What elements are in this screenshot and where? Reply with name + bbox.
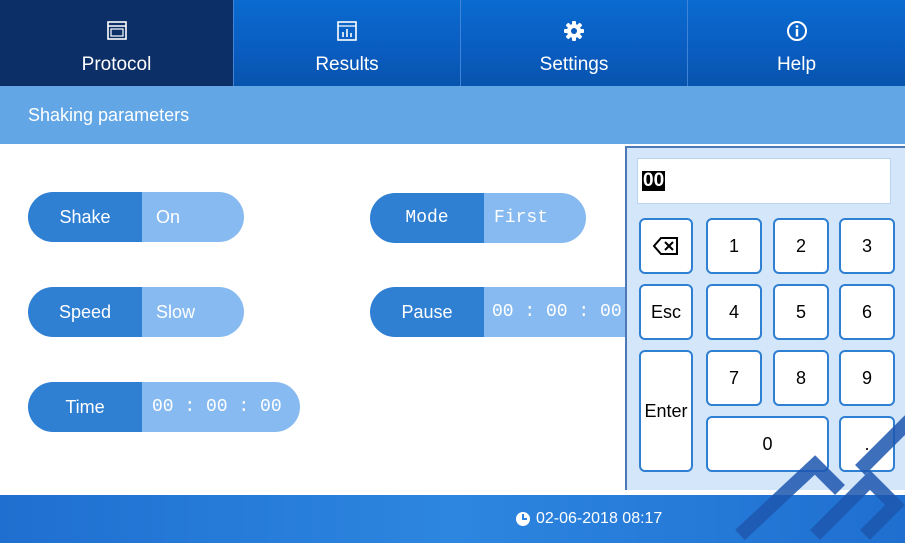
key-6[interactable]: 6: [839, 284, 895, 340]
speed-label: Speed: [28, 287, 142, 337]
keypad-display-value: 00: [642, 170, 666, 191]
top-nav: Protocol Results Settings Help: [0, 0, 905, 86]
datetime-label: 02-06-2018 08:17: [536, 510, 663, 527]
status-bar: 02-06-2018 08:17: [0, 495, 905, 543]
backspace-button[interactable]: [639, 218, 693, 274]
pause-value: 00 : 00 : 00: [492, 302, 622, 322]
time-label: Time: [28, 382, 142, 432]
section-header: Shaking parameters: [0, 86, 905, 144]
shake-label: Shake: [28, 192, 142, 242]
key-7[interactable]: 7: [706, 350, 762, 406]
mode-value: First: [494, 208, 549, 228]
speed-value: Slow: [156, 302, 196, 322]
tab-results[interactable]: Results: [234, 0, 460, 86]
info-icon: [786, 21, 807, 41]
numeric-keypad: 00 1 2 3 Esc 4 5 6 Enter 7 8 9 0 .: [625, 146, 905, 490]
tab-settings-label: Settings: [539, 54, 609, 75]
key-5[interactable]: 5: [773, 284, 829, 340]
tab-help-label: Help: [776, 54, 817, 75]
pause-label: Pause: [370, 287, 484, 337]
key-8[interactable]: 8: [773, 350, 829, 406]
speed-setting[interactable]: Speed Slow: [28, 287, 244, 337]
esc-button[interactable]: Esc: [639, 284, 693, 340]
tab-protocol[interactable]: Protocol: [0, 0, 233, 86]
key-9[interactable]: 9: [839, 350, 895, 406]
tab-protocol-label: Protocol: [81, 54, 152, 75]
key-4[interactable]: 4: [706, 284, 762, 340]
monitor-icon: [106, 21, 127, 40]
clock-icon: [516, 512, 530, 526]
gear-icon: [564, 21, 584, 41]
tab-results-label: Results: [315, 54, 379, 75]
time-value: 00 : 00 : 00: [152, 397, 282, 417]
mode-setting[interactable]: Mode First: [370, 193, 586, 243]
backspace-icon: [652, 237, 678, 255]
bar-chart-icon: [337, 21, 357, 41]
enter-button[interactable]: Enter: [639, 350, 693, 472]
tab-help[interactable]: Help: [688, 0, 905, 86]
key-3[interactable]: 3: [839, 218, 895, 274]
key-1[interactable]: 1: [706, 218, 762, 274]
mode-label: Mode: [370, 193, 484, 243]
time-setting[interactable]: Time 00 : 00 : 00: [28, 382, 300, 432]
key-decimal[interactable]: .: [839, 416, 895, 472]
shake-setting[interactable]: Shake On: [28, 192, 244, 242]
pause-setting[interactable]: Pause 00 : 00 : 00: [370, 287, 625, 337]
keypad-display[interactable]: 00: [637, 158, 891, 204]
section-title: Shaking parameters: [28, 105, 190, 125]
key-2[interactable]: 2: [773, 218, 829, 274]
shake-value: On: [156, 207, 181, 227]
key-0[interactable]: 0: [706, 416, 829, 472]
tab-settings[interactable]: Settings: [461, 0, 687, 86]
